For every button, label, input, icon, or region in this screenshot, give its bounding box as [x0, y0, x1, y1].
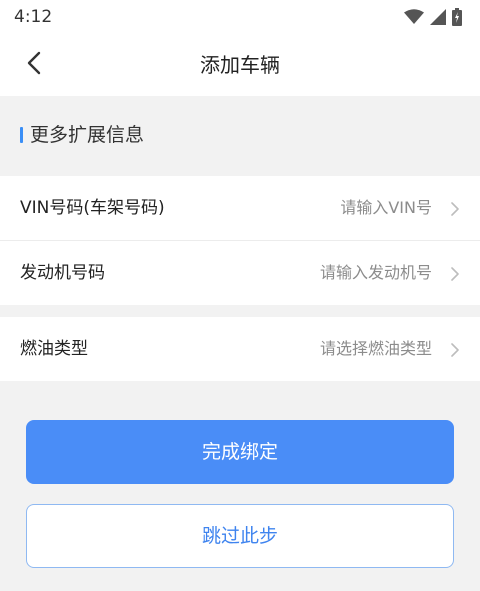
app-bar: 添加车辆 [0, 34, 480, 96]
engine-number-input-placeholder[interactable]: 请输入发动机号 [320, 241, 432, 305]
engine-number-label: 发动机号码 [20, 263, 105, 283]
signal-icon [430, 9, 446, 25]
chevron-left-icon [27, 51, 41, 79]
vin-row[interactable]: VIN号码(车架号码) 请输入VIN号 [0, 176, 480, 240]
battery-icon [452, 8, 462, 26]
section-title: 更多扩展信息 [30, 124, 145, 146]
fuel-type-row[interactable]: 燃油类型 请选择燃油类型 [0, 317, 480, 381]
engine-number-row[interactable]: 发动机号码 请输入发动机号 [0, 241, 480, 305]
status-bar: 4:12 [0, 0, 480, 34]
chevron-right-icon [450, 266, 460, 281]
section-accent-bar [20, 127, 23, 143]
chevron-right-icon [450, 201, 460, 216]
complete-binding-button[interactable]: 完成绑定 [26, 420, 454, 484]
vin-label: VIN号码(车架号码) [20, 198, 165, 218]
vin-input-placeholder[interactable]: 请输入VIN号 [340, 176, 432, 240]
back-button[interactable] [14, 47, 54, 83]
fuel-type-select-placeholder[interactable]: 请选择燃油类型 [320, 317, 432, 381]
section-header: 更多扩展信息 [0, 96, 480, 176]
skip-step-button[interactable]: 跳过此步 [26, 504, 454, 568]
chevron-right-icon [450, 342, 460, 357]
status-icons [404, 8, 462, 26]
fuel-type-label: 燃油类型 [20, 339, 88, 359]
wifi-icon [404, 9, 424, 25]
status-time: 4:12 [14, 7, 53, 27]
page-title: 添加车辆 [200, 53, 280, 77]
